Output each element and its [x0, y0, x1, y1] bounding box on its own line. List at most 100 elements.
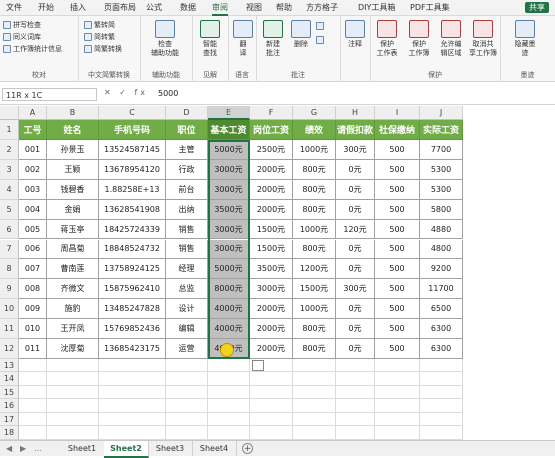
- column-header-H[interactable]: H: [336, 106, 375, 120]
- table-cell[interactable]: 002: [19, 159, 47, 180]
- empty-cell[interactable]: [375, 358, 420, 373]
- comment-nav-1[interactable]: [316, 36, 324, 44]
- hide-ink-button[interactable]: 隐藏墨 迹: [510, 20, 540, 58]
- table-cell[interactable]: 500: [375, 259, 420, 280]
- row-header[interactable]: 1: [0, 120, 19, 140]
- table-cell[interactable]: 编辑: [166, 319, 208, 339]
- empty-cell[interactable]: [19, 426, 47, 440]
- column-header-F[interactable]: F: [250, 106, 293, 120]
- empty-cell[interactable]: [336, 372, 375, 386]
- table-cell[interactable]: 008: [19, 279, 47, 300]
- table-cell[interactable]: 009: [19, 299, 47, 320]
- empty-cell[interactable]: [208, 412, 250, 427]
- table-cell[interactable]: 800元: [293, 239, 336, 260]
- share-button[interactable]: 共享: [525, 2, 549, 13]
- sheet-tab-2[interactable]: Sheet2: [104, 441, 149, 458]
- empty-cell[interactable]: [47, 358, 99, 373]
- table-cell[interactable]: 500: [375, 199, 420, 220]
- row-header[interactable]: 17: [0, 412, 19, 427]
- table-cell[interactable]: 13628541908: [99, 199, 166, 220]
- empty-cell[interactable]: [99, 385, 166, 400]
- empty-cell[interactable]: [208, 426, 250, 440]
- translate-button[interactable]: 翻 译: [228, 20, 258, 58]
- proof-cmd-0[interactable]: 拼写检查: [3, 20, 41, 30]
- empty-cell[interactable]: [420, 358, 463, 373]
- table-cell[interactable]: 500: [375, 339, 420, 359]
- table-cell[interactable]: 沈厚菊: [47, 339, 99, 359]
- table-cell[interactable]: 15875962410: [99, 279, 166, 300]
- empty-cell[interactable]: [336, 412, 375, 427]
- table-cell[interactable]: 5300: [420, 179, 463, 200]
- table-cell[interactable]: 王颖: [47, 159, 99, 180]
- table-cell[interactable]: 4880: [420, 219, 463, 240]
- delete-comment-button[interactable]: 删除: [286, 20, 316, 49]
- empty-cell[interactable]: [208, 385, 250, 400]
- table-cell[interactable]: 金娟: [47, 199, 99, 220]
- empty-cell[interactable]: [375, 426, 420, 440]
- row-header[interactable]: 11: [0, 319, 19, 339]
- empty-cell[interactable]: [293, 372, 336, 386]
- table-cell[interactable]: 运营: [166, 339, 208, 359]
- row-header[interactable]: 7: [0, 239, 19, 260]
- table-cell[interactable]: 7700: [420, 140, 463, 160]
- table-cell[interactable]: 3500元: [208, 199, 250, 220]
- table-cell[interactable]: 0元: [336, 259, 375, 280]
- row-header[interactable]: 2: [0, 140, 19, 160]
- header-cell[interactable]: 社保缴纳: [375, 120, 420, 140]
- table-cell[interactable]: 6300: [420, 319, 463, 339]
- empty-cell[interactable]: [166, 385, 208, 400]
- empty-cell[interactable]: [166, 399, 208, 413]
- empty-cell[interactable]: [420, 385, 463, 400]
- empty-cell[interactable]: [336, 426, 375, 440]
- table-cell[interactable]: 钱碧香: [47, 179, 99, 200]
- table-cell[interactable]: 1500元: [250, 239, 293, 260]
- proof-cmd-1[interactable]: 同义词库: [3, 32, 41, 42]
- table-cell[interactable]: 13485247828: [99, 299, 166, 320]
- table-cell[interactable]: 9200: [420, 259, 463, 280]
- table-cell[interactable]: 曹南莲: [47, 259, 99, 280]
- paste-options-icon[interactable]: [252, 359, 264, 371]
- empty-cell[interactable]: [208, 358, 250, 373]
- chinese-cmd-2[interactable]: 简繁转换: [84, 44, 122, 54]
- table-cell[interactable]: 0元: [336, 179, 375, 200]
- table-cell[interactable]: 011: [19, 339, 47, 359]
- empty-cell[interactable]: [19, 399, 47, 413]
- table-cell[interactable]: 1500元: [250, 219, 293, 240]
- row-header[interactable]: 3: [0, 159, 19, 180]
- header-cell[interactable]: 姓名: [47, 120, 99, 140]
- table-cell[interactable]: 总监: [166, 279, 208, 300]
- table-cell[interactable]: 800元: [293, 339, 336, 359]
- table-cell[interactable]: 2000元: [250, 339, 293, 359]
- table-cell[interactable]: 001: [19, 140, 47, 160]
- protect-cmd-0[interactable]: 保护 工作表: [372, 20, 402, 58]
- empty-cell[interactable]: [47, 385, 99, 400]
- table-cell[interactable]: 2000元: [250, 179, 293, 200]
- table-cell[interactable]: 1000元: [293, 140, 336, 160]
- table-cell[interactable]: 设计: [166, 299, 208, 320]
- table-cell[interactable]: 2000元: [250, 159, 293, 180]
- empty-cell[interactable]: [166, 426, 208, 440]
- table-cell[interactable]: 4000元: [208, 299, 250, 320]
- row-header[interactable]: 4: [0, 179, 19, 200]
- empty-cell[interactable]: [420, 399, 463, 413]
- table-cell[interactable]: 6300: [420, 339, 463, 359]
- empty-cell[interactable]: [208, 399, 250, 413]
- table-cell[interactable]: 行政: [166, 159, 208, 180]
- empty-cell[interactable]: [293, 385, 336, 400]
- chinese-cmd-0[interactable]: 繁转简: [84, 20, 115, 30]
- select-all-corner[interactable]: [0, 106, 19, 120]
- table-cell[interactable]: 3000元: [208, 239, 250, 260]
- empty-cell[interactable]: [99, 358, 166, 373]
- menu-8[interactable]: 帮助: [276, 2, 292, 13]
- table-cell[interactable]: 15769852436: [99, 319, 166, 339]
- smart-lookup-button[interactable]: 智能 查找: [195, 20, 225, 58]
- table-cell[interactable]: 0元: [336, 299, 375, 320]
- menu-2[interactable]: 插入: [70, 2, 86, 13]
- empty-cell[interactable]: [250, 385, 293, 400]
- table-cell[interactable]: 2000元: [250, 199, 293, 220]
- table-cell[interactable]: 6500: [420, 299, 463, 320]
- table-cell[interactable]: 3500元: [250, 259, 293, 280]
- table-cell[interactable]: 3000元: [208, 179, 250, 200]
- table-cell[interactable]: 销售: [166, 239, 208, 260]
- table-cell[interactable]: 500: [375, 239, 420, 260]
